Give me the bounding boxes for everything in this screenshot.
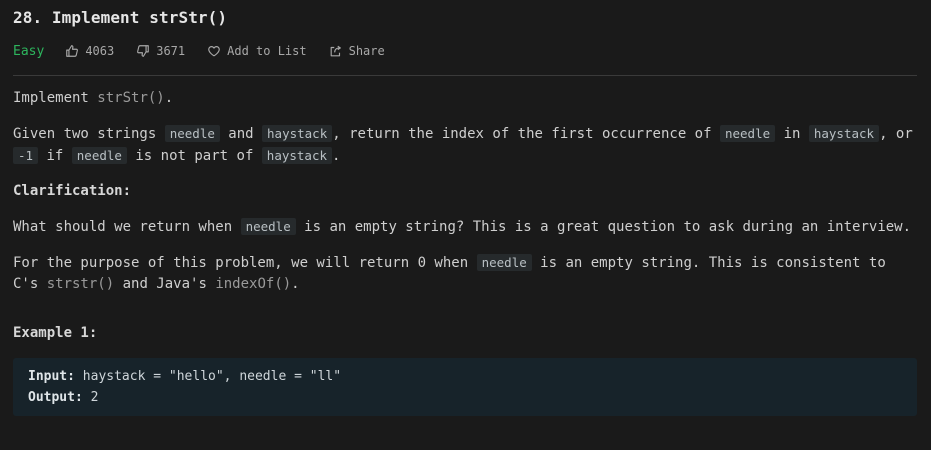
function-name: indexOf() bbox=[215, 276, 292, 292]
thumbs-down-icon bbox=[137, 45, 150, 57]
text: What should we return when bbox=[13, 219, 241, 235]
like-count: 4063 bbox=[85, 44, 115, 58]
function-name: strStr() bbox=[97, 90, 165, 106]
share-button[interactable]: Share bbox=[329, 44, 385, 58]
dislike-count: 3671 bbox=[156, 44, 186, 58]
example-output-line: Output: 2 bbox=[28, 387, 902, 408]
example-input-line: Input: haystack = "hello", needle = "ll" bbox=[28, 366, 902, 387]
text: . bbox=[332, 148, 341, 164]
thumbs-up-icon bbox=[66, 45, 79, 57]
inline-code: -1 bbox=[13, 147, 39, 164]
text: For the purpose of this problem, we will… bbox=[13, 255, 477, 271]
text: in bbox=[775, 126, 809, 142]
problem-panel: 28. Implement strStr() Easy 4063 3671 Ad… bbox=[0, 0, 931, 450]
description-paragraph-4: For the purpose of this problem, we will… bbox=[13, 252, 918, 295]
input-label: Input: bbox=[28, 369, 75, 384]
text: and bbox=[219, 126, 263, 142]
description-paragraph-1: Implement strStr(). bbox=[13, 88, 918, 109]
inline-code: needle bbox=[476, 254, 532, 271]
text: Given two strings bbox=[13, 126, 165, 142]
text: if bbox=[38, 148, 72, 164]
inline-code: needle bbox=[71, 147, 127, 164]
share-label: Share bbox=[348, 44, 385, 58]
text: Implement bbox=[13, 90, 98, 106]
clarification-heading: Clarification: bbox=[13, 183, 132, 199]
output-label: Output: bbox=[28, 390, 83, 405]
page-title: 28. Implement strStr() bbox=[13, 8, 228, 27]
heart-icon bbox=[208, 46, 220, 57]
inline-code: haystack bbox=[261, 147, 333, 164]
problem-meta-bar: Easy 4063 3671 Add to List Share bbox=[13, 42, 407, 60]
text: is an empty string? This is a great ques… bbox=[295, 219, 912, 235]
share-icon bbox=[330, 45, 341, 57]
description-paragraph-3: What should we return when needle is an … bbox=[13, 216, 918, 238]
inline-code: haystack bbox=[808, 125, 880, 142]
inline-code: needle bbox=[164, 125, 220, 142]
input-value: haystack = "hello", needle = "ll" bbox=[74, 369, 342, 384]
text: , return the index of the first occurren… bbox=[332, 126, 720, 142]
output-value: 2 bbox=[82, 390, 99, 405]
function-name: strstr() bbox=[46, 276, 115, 292]
text: is not part of bbox=[126, 148, 262, 164]
text: , or bbox=[879, 126, 913, 142]
header-divider bbox=[13, 75, 917, 76]
inline-code: needle bbox=[719, 125, 776, 142]
text: and Java's bbox=[114, 276, 216, 292]
description-paragraph-2: Given two strings needle and haystack, r… bbox=[13, 123, 918, 167]
example-block: Input: haystack = "hello", needle = "ll"… bbox=[13, 358, 917, 416]
inline-code: haystack bbox=[262, 125, 333, 142]
like-button[interactable]: 4063 bbox=[65, 44, 114, 58]
inline-code: needle bbox=[240, 218, 296, 235]
text: . bbox=[291, 276, 300, 292]
difficulty-badge: Easy bbox=[13, 43, 45, 59]
add-to-list-label: Add to List bbox=[227, 44, 307, 58]
add-to-list-button[interactable]: Add to List bbox=[207, 44, 307, 58]
dislike-button[interactable]: 3671 bbox=[136, 44, 185, 58]
problem-description: Implement strStr(). Given two strings ne… bbox=[13, 88, 918, 416]
example-heading: Example 1: bbox=[13, 325, 98, 341]
text: . bbox=[164, 90, 174, 106]
